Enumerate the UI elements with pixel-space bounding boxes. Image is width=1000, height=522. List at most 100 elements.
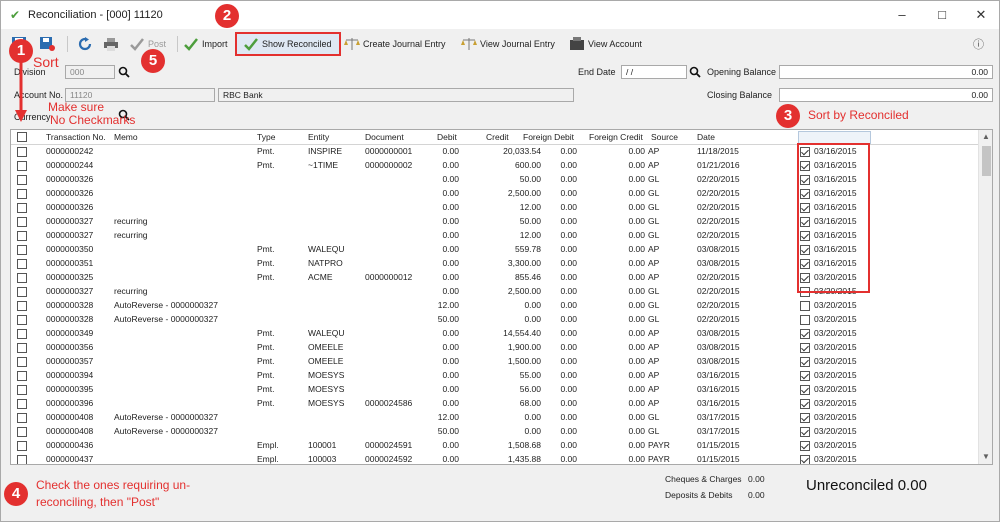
cell-entity: MOESYS bbox=[308, 398, 345, 408]
end-date-field[interactable]: / / bbox=[621, 65, 687, 79]
column-header-debit[interactable]: Debit bbox=[437, 132, 457, 142]
opening-balance-field[interactable]: 0.00 bbox=[779, 65, 993, 79]
cell-type: Pmt. bbox=[257, 398, 275, 408]
column-header-memo[interactable]: Memo bbox=[114, 132, 138, 142]
cell-fcredit: 0.00 bbox=[628, 160, 645, 170]
save-close-button[interactable] bbox=[39, 34, 58, 54]
cell-fdebit: 0.00 bbox=[560, 216, 577, 226]
row-select-checkbox[interactable] bbox=[17, 231, 27, 241]
help-icon[interactable]: ⓘ bbox=[973, 34, 984, 54]
cell-fdebit: 0.00 bbox=[560, 328, 577, 338]
close-button[interactable]: ✕ bbox=[972, 7, 990, 23]
reconciled-checkbox[interactable] bbox=[800, 385, 810, 395]
row-select-checkbox[interactable] bbox=[17, 385, 27, 395]
reconciled-checkbox[interactable] bbox=[800, 329, 810, 339]
row-select-checkbox[interactable] bbox=[17, 287, 27, 297]
row-select-checkbox[interactable] bbox=[17, 441, 27, 451]
table-row[interactable]: 0000000349 Pmt. WALEQU 0.00 14,554.40 0.00 0.0… bbox=[11, 327, 978, 341]
row-select-checkbox[interactable] bbox=[17, 175, 27, 185]
column-header-document[interactable]: Document bbox=[365, 132, 404, 142]
row-select-checkbox[interactable] bbox=[17, 413, 27, 423]
table-row[interactable]: 0000000328 AutoReverse - 0000000327 50.00 0… bbox=[11, 313, 978, 327]
row-select-checkbox[interactable] bbox=[17, 259, 27, 269]
reconciled-checkbox[interactable] bbox=[800, 455, 810, 464]
table-row[interactable]: 0000000395 Pmt. MOESYS 0.00 56.00 0.00 0.00 AP 0… bbox=[11, 383, 978, 397]
table-row[interactable]: 0000000436 Empl. 100001 0000024591 0.00 1,508… bbox=[11, 439, 978, 453]
column-header-date[interactable]: Date bbox=[697, 132, 715, 142]
table-row[interactable]: 0000000437 Empl. 100003 0000024592 0.00 1,435… bbox=[11, 453, 978, 464]
row-select-checkbox[interactable] bbox=[17, 427, 27, 437]
refresh-button[interactable] bbox=[77, 34, 96, 54]
cell-fdebit: 0.00 bbox=[560, 314, 577, 324]
row-select-checkbox[interactable] bbox=[17, 147, 27, 157]
import-button[interactable]: Import bbox=[183, 34, 228, 54]
reconciled-checkbox[interactable] bbox=[800, 427, 810, 437]
maximize-button[interactable]: □ bbox=[933, 7, 951, 23]
division-search-icon[interactable] bbox=[118, 66, 130, 78]
annotation-2: 2 bbox=[215, 4, 239, 28]
column-header-credit[interactable]: Credit bbox=[486, 132, 509, 142]
closing-balance-field[interactable]: 0.00 bbox=[779, 88, 993, 102]
annotation-no-checkmarks: No Checkmarks bbox=[50, 113, 136, 127]
cell-source: AP bbox=[648, 146, 660, 156]
end-date-search-icon[interactable] bbox=[689, 66, 701, 78]
row-select-checkbox[interactable] bbox=[17, 301, 27, 311]
reconciled-checkbox[interactable] bbox=[800, 413, 810, 423]
column-header-entity[interactable]: Entity bbox=[308, 132, 329, 142]
table-row[interactable]: 0000000328 AutoReverse - 0000000327 12.00 0… bbox=[11, 299, 978, 313]
reconciled-checkbox[interactable] bbox=[800, 371, 810, 381]
row-select-checkbox[interactable] bbox=[17, 203, 27, 213]
row-select-checkbox[interactable] bbox=[17, 357, 27, 367]
view-journal-entry-button[interactable]: View Journal Entry bbox=[461, 34, 555, 54]
cell-source: GL bbox=[648, 202, 660, 212]
cell-txn: 0000000326 bbox=[46, 188, 94, 198]
reconciled-checkbox[interactable] bbox=[800, 301, 810, 311]
print-button[interactable] bbox=[103, 34, 122, 54]
row-select-checkbox[interactable] bbox=[17, 273, 27, 283]
row-select-checkbox[interactable] bbox=[17, 371, 27, 381]
show-reconciled-button[interactable]: Show Reconciled bbox=[235, 32, 341, 56]
table-row[interactable]: 0000000356 Pmt. OMEELE 0.00 1,900.00 0.00 0.00… bbox=[11, 341, 978, 355]
create-journal-entry-button[interactable]: Create Journal Entry bbox=[344, 34, 446, 54]
minimize-button[interactable]: – bbox=[893, 7, 911, 23]
column-header-foreign-credit[interactable]: Foreign Credit bbox=[589, 132, 643, 142]
column-header-source[interactable]: Source bbox=[651, 132, 678, 142]
select-all-checkbox[interactable] bbox=[17, 132, 27, 142]
cell-fcredit: 0.00 bbox=[628, 440, 645, 450]
scales-icon bbox=[344, 38, 360, 50]
row-select-checkbox[interactable] bbox=[17, 245, 27, 255]
row-select-checkbox[interactable] bbox=[17, 315, 27, 325]
reconciled-checkbox[interactable] bbox=[800, 343, 810, 353]
column-header-transaction-no[interactable]: Transaction No. bbox=[46, 132, 106, 142]
reconciled-checkbox[interactable] bbox=[800, 441, 810, 451]
row-select-checkbox[interactable] bbox=[17, 217, 27, 227]
scroll-down-icon[interactable]: ▼ bbox=[982, 452, 990, 461]
cell-fdebit: 0.00 bbox=[560, 202, 577, 212]
row-select-checkbox[interactable] bbox=[17, 343, 27, 353]
view-account-button[interactable]: View Account bbox=[569, 34, 642, 54]
column-header-type[interactable]: Type bbox=[257, 132, 275, 142]
row-select-checkbox[interactable] bbox=[17, 455, 27, 464]
cell-fcredit: 0.00 bbox=[628, 328, 645, 338]
scroll-up-icon[interactable]: ▲ bbox=[982, 132, 990, 141]
row-select-checkbox[interactable] bbox=[17, 189, 27, 199]
division-field[interactable]: 000 bbox=[65, 65, 115, 79]
row-select-checkbox[interactable] bbox=[17, 329, 27, 339]
table-row[interactable]: 0000000394 Pmt. MOESYS 0.00 55.00 0.00 0.00 AP 0… bbox=[11, 369, 978, 383]
table-row[interactable]: 0000000357 Pmt. OMEELE 0.00 1,500.00 0.00 0.00… bbox=[11, 355, 978, 369]
cell-txn: 0000000396 bbox=[46, 398, 94, 408]
table-row[interactable]: 0000000408 AutoReverse - 0000000327 12.00 0… bbox=[11, 411, 978, 425]
reconciled-checkbox[interactable] bbox=[800, 357, 810, 367]
column-header-foreign-debit[interactable]: Foreign Debit bbox=[523, 132, 574, 142]
row-select-checkbox[interactable] bbox=[17, 161, 27, 171]
cell-reconciled-date: 03/20/2015 bbox=[814, 398, 857, 408]
reconciled-checkbox[interactable] bbox=[800, 315, 810, 325]
table-row[interactable]: 0000000408 AutoReverse - 0000000327 50.00 0… bbox=[11, 425, 978, 439]
annotation-5: 5 bbox=[141, 49, 165, 73]
reconciled-checkbox[interactable] bbox=[800, 399, 810, 409]
vertical-scrollbar[interactable]: ▲ ▼ bbox=[978, 130, 992, 464]
scroll-thumb[interactable] bbox=[982, 146, 991, 176]
table-row[interactable]: 0000000396 Pmt. MOESYS 0000024586 0.00 68.00 0… bbox=[11, 397, 978, 411]
row-select-checkbox[interactable] bbox=[17, 399, 27, 409]
cell-fdebit: 0.00 bbox=[560, 286, 577, 296]
